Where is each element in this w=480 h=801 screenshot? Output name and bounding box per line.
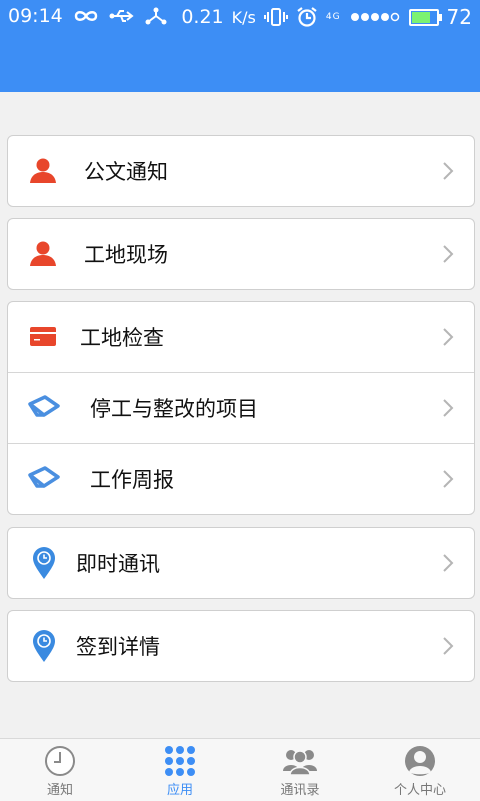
menu-item-label: 签到详情: [76, 635, 160, 659]
status-left: 09:14: [8, 5, 167, 27]
tab-label: 应用: [166, 783, 193, 798]
chevron-right-icon: [443, 328, 454, 346]
contacts-icon: [283, 750, 317, 776]
menu-group: 工地检查 停工与整改的项目 工作周报: [7, 301, 475, 515]
menu-group: 公文通知: [7, 135, 475, 207]
clock-icon: [45, 746, 75, 776]
bottom-tab-bar: 通知 应用 通讯录 个人中心: [0, 738, 480, 801]
profile-icon: [405, 746, 435, 776]
chevron-right-icon: [443, 470, 454, 488]
menu-item-checkin-details[interactable]: 签到详情: [8, 611, 474, 681]
status-bar: 09:14 0.21 K/s 4G 72: [0, 0, 480, 34]
clock-time: 09:14: [8, 5, 63, 27]
battery-percent: 72: [446, 5, 472, 29]
chevron-right-icon: [443, 554, 454, 572]
tab-profile[interactable]: 个人中心: [360, 739, 480, 801]
menu-item-official-notice[interactable]: 公文通知: [8, 136, 474, 206]
net-speed: 0.21: [181, 6, 224, 28]
app-header: [0, 34, 480, 92]
person-icon: [30, 241, 56, 266]
menu-item-stopped-projects[interactable]: 停工与整改的项目: [8, 373, 474, 444]
menu-item-label: 公文通知: [84, 160, 168, 184]
tab-notice[interactable]: 通知: [0, 739, 120, 801]
menu-item-site-scene[interactable]: 工地现场: [8, 219, 474, 289]
person-icon: [30, 158, 56, 183]
apps-grid-icon: [165, 746, 195, 776]
tab-label: 通知: [46, 783, 73, 798]
clock-pin-icon: [33, 547, 55, 579]
chevron-right-icon: [443, 399, 454, 417]
menu-group: 即时通讯: [7, 527, 475, 599]
share-hub-icon: [145, 7, 167, 25]
alarm-icon: [297, 7, 317, 27]
tab-label: 通讯录: [280, 783, 320, 798]
chevron-right-icon: [443, 637, 454, 655]
tab-contacts[interactable]: 通讯录: [240, 739, 360, 801]
network-type: 4G: [325, 12, 341, 22]
menu-item-instant-messaging[interactable]: 即时通讯: [8, 528, 474, 598]
card-icon: [30, 327, 56, 346]
chevron-right-icon: [443, 162, 454, 180]
signal-dots-icon: [350, 12, 399, 22]
menu-item-label: 工地现场: [84, 243, 168, 267]
menu-item-site-inspection[interactable]: 工地检查: [8, 302, 474, 373]
menu-item-label: 即时通讯: [76, 552, 160, 576]
tag-icon: [28, 395, 60, 417]
battery-icon: [408, 8, 442, 26]
menu-item-label: 工地检查: [80, 326, 164, 350]
menu-item-label: 停工与整改的项目: [90, 397, 258, 421]
tag-icon: [28, 466, 60, 488]
tab-apps[interactable]: 应用: [120, 739, 240, 801]
battery-fill: [411, 11, 431, 23]
menu-group: 签到详情: [7, 610, 475, 682]
menu-item-label: 工作周报: [90, 468, 174, 492]
clock-pin-icon: [33, 630, 55, 662]
usb-icon: [109, 10, 134, 22]
menu-group: 工地现场: [7, 218, 475, 290]
chevron-right-icon: [443, 245, 454, 263]
menu-item-weekly-report[interactable]: 工作周报: [8, 444, 474, 514]
vibrate-icon: [263, 8, 288, 26]
infinity-icon: [74, 11, 97, 21]
tab-label: 个人中心: [393, 783, 446, 798]
status-right: 0.21 K/s 4G 72: [181, 5, 472, 29]
net-speed-unit: K/s: [231, 7, 256, 27]
